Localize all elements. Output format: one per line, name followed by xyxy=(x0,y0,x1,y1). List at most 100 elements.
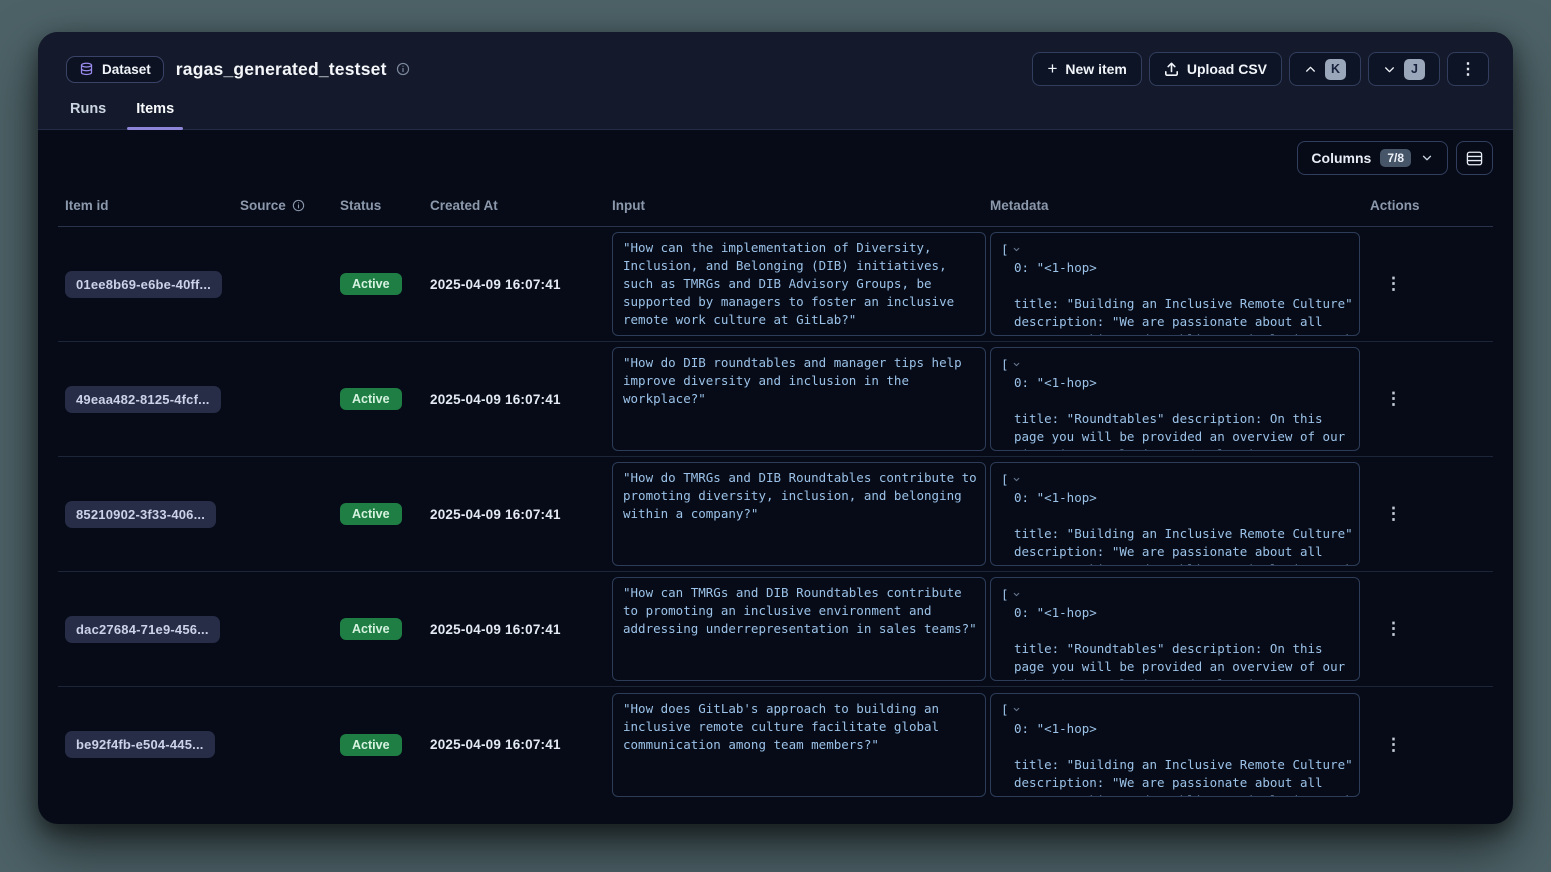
item-id-cell: dac27684-71e9-456... xyxy=(65,616,240,643)
metadata-text: 0: "<1-hop> title: "Building an Inclusiv… xyxy=(1001,720,1349,797)
metadata-text: 0: "<1-hop> title: "Roundtables" descrip… xyxy=(1001,374,1349,451)
row-height-button[interactable] xyxy=(1456,141,1493,175)
input-preview-box[interactable]: "How can TMRGs and DIB Roundtables contr… xyxy=(612,577,986,681)
metadata-open-line: [ xyxy=(1001,700,1349,720)
chevron-down-icon xyxy=(1420,151,1434,165)
input-text: "How do DIB roundtables and manager tips… xyxy=(623,354,975,408)
actions-cell: ⋮ xyxy=(1370,619,1493,639)
row-actions-menu-button[interactable]: ⋮ xyxy=(1370,504,1402,524)
new-item-button[interactable]: + New item xyxy=(1032,52,1141,86)
input-text: "How can the implementation of Diversity… xyxy=(623,239,975,329)
rows-icon xyxy=(1466,151,1483,166)
status-badge: Active xyxy=(340,734,402,756)
title-info-icon[interactable] xyxy=(396,62,410,76)
columns-count-badge: 7/8 xyxy=(1380,149,1411,167)
item-id-badge[interactable]: 85210902-3f33-406... xyxy=(65,501,216,528)
metadata-text: 0: "<1-hop> title: "Building an Inclusiv… xyxy=(1001,489,1349,566)
metadata-cell: [ 0: "<1-hop> title: "Roundtables" descr… xyxy=(990,577,1370,681)
actions-cell: ⋮ xyxy=(1370,274,1493,294)
table-row: 85210902-3f33-406... Active 2025-04-09 1… xyxy=(58,457,1493,572)
item-id-badge[interactable]: be92f4fb-e504-445... xyxy=(65,731,215,758)
input-preview-box[interactable]: "How do DIB roundtables and manager tips… xyxy=(612,347,986,451)
metadata-cell: [ 0: "<1-hop> title: "Roundtables" descr… xyxy=(990,347,1370,451)
metadata-preview-box[interactable]: [ 0: "<1-hop> title: "Roundtables" descr… xyxy=(990,577,1360,681)
input-preview-box[interactable]: "How does GitLab's approach to building … xyxy=(612,693,986,797)
metadata-text: 0: "<1-hop> title: "Building an Inclusiv… xyxy=(1001,259,1349,336)
input-text: "How can TMRGs and DIB Roundtables contr… xyxy=(623,584,975,638)
upload-csv-button[interactable]: Upload CSV xyxy=(1149,52,1282,86)
dataset-window: Dataset ragas_generated_testset + New it… xyxy=(38,32,1513,824)
items-table: Item id Source Status Created At Input M… xyxy=(58,185,1493,802)
input-preview-box[interactable]: "How can the implementation of Diversity… xyxy=(612,232,986,336)
item-id-cell: be92f4fb-e504-445... xyxy=(65,731,240,758)
input-cell: "How can TMRGs and DIB Roundtables contr… xyxy=(612,577,990,681)
plus-icon: + xyxy=(1047,60,1057,77)
input-cell: "How do DIB roundtables and manager tips… xyxy=(612,347,990,451)
info-icon[interactable] xyxy=(292,199,305,212)
tab-items[interactable]: Items xyxy=(136,101,174,129)
database-icon xyxy=(79,62,94,77)
input-text: "How do TMRGs and DIB Roundtables contri… xyxy=(623,469,975,523)
kebab-icon: ⋮ xyxy=(1460,59,1476,79)
table-row: 49eaa482-8125-4fcf... Active 2025-04-09 … xyxy=(58,342,1493,457)
header-actions: + New item Upload CSV K J ⋮ xyxy=(1032,52,1489,86)
created-at-cell: 2025-04-09 16:07:41 xyxy=(430,507,612,522)
columns-select-button[interactable]: Columns 7/8 xyxy=(1297,141,1448,175)
row-actions-menu-button[interactable]: ⋮ xyxy=(1370,619,1402,639)
item-id-badge[interactable]: 49eaa482-8125-4fcf... xyxy=(65,386,221,413)
chevron-down-icon[interactable] xyxy=(1012,590,1021,599)
metadata-text: 0: "<1-hop> title: "Roundtables" descrip… xyxy=(1001,604,1349,681)
table-body: 01ee8b69-e6be-40ff... Active 2025-04-09 … xyxy=(58,227,1493,802)
page-title: ragas_generated_testset xyxy=(176,59,387,80)
metadata-preview-box[interactable]: [ 0: "<1-hop> title: "Building an Inclus… xyxy=(990,462,1360,566)
input-text: "How does GitLab's approach to building … xyxy=(623,700,975,754)
row-actions-menu-button[interactable]: ⋮ xyxy=(1370,389,1402,409)
key-badge-k: K xyxy=(1325,59,1346,80)
app-header: Dataset ragas_generated_testset + New it… xyxy=(38,32,1513,130)
status-badge: Active xyxy=(340,503,402,525)
metadata-open-line: [ xyxy=(1001,239,1349,259)
chevron-down-icon[interactable] xyxy=(1012,245,1021,254)
status-cell: Active xyxy=(340,273,430,295)
input-preview-box[interactable]: "How do TMRGs and DIB Roundtables contri… xyxy=(612,462,986,566)
table-row: 01ee8b69-e6be-40ff... Active 2025-04-09 … xyxy=(58,227,1493,342)
metadata-open-line: [ xyxy=(1001,469,1349,489)
status-badge: Active xyxy=(340,618,402,640)
metadata-cell: [ 0: "<1-hop> title: "Building an Inclus… xyxy=(990,462,1370,566)
table-row: be92f4fb-e504-445... Active 2025-04-09 1… xyxy=(58,687,1493,802)
metadata-cell: [ 0: "<1-hop> title: "Building an Inclus… xyxy=(990,693,1370,797)
created-at-cell: 2025-04-09 16:07:41 xyxy=(430,277,612,292)
status-badge: Active xyxy=(340,388,402,410)
metadata-preview-box[interactable]: [ 0: "<1-hop> title: "Roundtables" descr… xyxy=(990,347,1360,451)
col-created-at: Created At xyxy=(430,198,612,213)
chevron-down-icon[interactable] xyxy=(1012,360,1021,369)
chevron-down-icon xyxy=(1383,63,1396,76)
status-badge: Active xyxy=(340,273,402,295)
upload-icon xyxy=(1164,62,1179,77)
created-at-cell: 2025-04-09 16:07:41 xyxy=(430,392,612,407)
metadata-preview-box[interactable]: [ 0: "<1-hop> title: "Building an Inclus… xyxy=(990,693,1360,797)
chevron-up-icon xyxy=(1304,63,1317,76)
header-more-menu-button[interactable]: ⋮ xyxy=(1447,52,1489,86)
chevron-down-icon[interactable] xyxy=(1012,475,1021,484)
status-cell: Active xyxy=(340,734,430,756)
item-id-cell: 85210902-3f33-406... xyxy=(65,501,240,528)
item-id-badge[interactable]: dac27684-71e9-456... xyxy=(65,616,220,643)
status-cell: Active xyxy=(340,388,430,410)
tab-runs[interactable]: Runs xyxy=(70,101,106,129)
col-metadata: Metadata xyxy=(990,198,1370,213)
prev-item-button[interactable]: K xyxy=(1289,52,1361,86)
row-actions-menu-button[interactable]: ⋮ xyxy=(1370,274,1402,294)
created-at-cell: 2025-04-09 16:07:41 xyxy=(430,737,612,752)
dataset-badge: Dataset xyxy=(66,56,164,83)
metadata-preview-box[interactable]: [ 0: "<1-hop> title: "Building an Inclus… xyxy=(990,232,1360,336)
row-actions-menu-button[interactable]: ⋮ xyxy=(1370,735,1402,755)
next-item-button[interactable]: J xyxy=(1368,52,1440,86)
status-cell: Active xyxy=(340,503,430,525)
chevron-down-icon[interactable] xyxy=(1012,705,1021,714)
key-badge-j: J xyxy=(1404,59,1425,80)
item-id-badge[interactable]: 01ee8b69-e6be-40ff... xyxy=(65,271,222,298)
metadata-open-line: [ xyxy=(1001,354,1349,374)
dataset-badge-label: Dataset xyxy=(102,62,151,77)
input-cell: "How do TMRGs and DIB Roundtables contri… xyxy=(612,462,990,566)
